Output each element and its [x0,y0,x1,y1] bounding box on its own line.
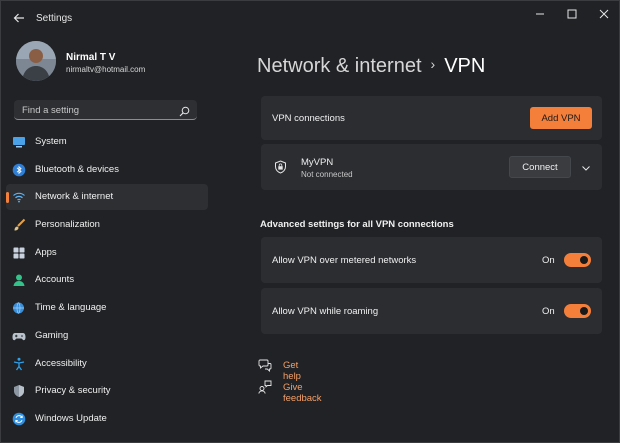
search-box[interactable]: Find a setting [14,100,197,120]
sidebar-item-accessibility[interactable]: Accessibility [6,351,208,377]
user-profile[interactable]: Nirmal T V nirmaltv@hotmail.com [16,41,206,83]
page-title: VPN [444,55,486,77]
user-name: Nirmal T V [66,52,116,63]
close-button[interactable] [592,6,616,22]
gamepad-icon [12,329,26,343]
breadcrumb: Network & internet › VPN [257,55,485,78]
setting-label: Allow VPN while roaming [272,306,379,317]
sidebar-item-label: Network & internet [35,191,114,203]
sidebar-nav: System Bluetooth & devices Network & int… [6,129,208,434]
sidebar-item-time-language[interactable]: Time & language [6,295,208,321]
back-arrow-icon[interactable] [11,10,27,26]
sidebar-item-windows-update[interactable]: Windows Update [6,406,208,432]
sidebar-item-label: Accessibility [35,357,87,369]
maximize-button[interactable] [560,6,584,22]
setting-row-roaming: Allow VPN while roaming On [261,288,602,334]
vpn-name: MyVPN [301,157,334,168]
sidebar-item-label: Time & language [35,302,107,314]
advanced-settings-heading: Advanced settings for all VPN connection… [260,219,454,230]
sidebar-item-system[interactable]: System [6,129,208,155]
sidebar-item-label: Accounts [35,274,75,286]
vpn-connections-label: VPN connections [272,113,345,124]
sidebar-item-label: Apps [35,246,57,258]
monitor-icon [12,135,26,149]
search-input[interactable]: Find a setting [22,105,79,116]
toggle-knob [580,307,588,315]
sidebar-item-personalization[interactable]: Personalization [6,212,208,238]
connect-button[interactable]: Connect [509,156,571,178]
sidebar-item-gaming[interactable]: Gaming [6,323,208,349]
sidebar-item-network[interactable]: Network & internet [6,184,208,211]
feedback-icon [258,380,272,394]
person-icon [12,273,26,287]
sidebar-item-label: System [35,136,67,147]
metered-toggle[interactable] [564,253,591,267]
sidebar-item-label: Gaming [35,329,69,341]
bluetooth-icon [12,163,26,177]
chevron-down-icon[interactable] [580,161,592,173]
accessibility-icon [12,357,26,371]
toggle-state-label: On [542,306,555,317]
globe-clock-icon [12,301,26,315]
sidebar-item-label: Privacy & security [35,385,111,397]
user-email: nirmaltv@hotmail.com [66,65,146,74]
settings-window: Settings Nirmal T V nirmaltv@hotmail.com… [0,0,620,443]
sidebar-item-label: Personalization [35,219,100,231]
vpn-item-card[interactable]: MyVPN Not connected Connect [261,144,602,190]
vpn-shield-icon [274,160,287,174]
give-feedback-label[interactable]: Give feedback [283,382,322,404]
sidebar-item-apps[interactable]: Apps [6,240,208,266]
avatar [16,41,56,81]
brush-icon [12,218,26,232]
chevron-right-icon: › [430,56,436,72]
setting-label: Allow VPN over metered networks [272,255,417,266]
setting-row-metered: Allow VPN over metered networks On [261,237,602,283]
breadcrumb-parent[interactable]: Network & internet [257,55,422,77]
vpn-status: Not connected [301,170,353,179]
toggle-state-label: On [542,255,555,266]
shield-icon [12,384,26,398]
search-icon[interactable] [179,104,190,117]
vpn-connections-card: VPN connections Add VPN [261,96,602,140]
app-title: Settings [36,13,73,24]
help-chat-icon [258,358,272,373]
add-vpn-button[interactable]: Add VPN [530,107,592,129]
apps-icon [12,246,26,260]
minimize-button[interactable] [528,6,552,22]
toggle-knob [580,256,588,264]
update-icon [12,412,26,426]
title-bar: Settings [1,1,619,35]
wifi-icon [12,190,26,204]
roaming-toggle[interactable] [564,304,591,318]
sidebar-item-label: Bluetooth & devices [35,163,119,175]
get-help-label[interactable]: Get help [283,360,301,382]
sidebar-item-accounts[interactable]: Accounts [6,267,208,293]
sidebar-item-label: Windows Update [35,412,107,424]
sidebar-item-bluetooth[interactable]: Bluetooth & devices [6,157,208,183]
sidebar-item-privacy-security[interactable]: Privacy & security [6,378,208,404]
